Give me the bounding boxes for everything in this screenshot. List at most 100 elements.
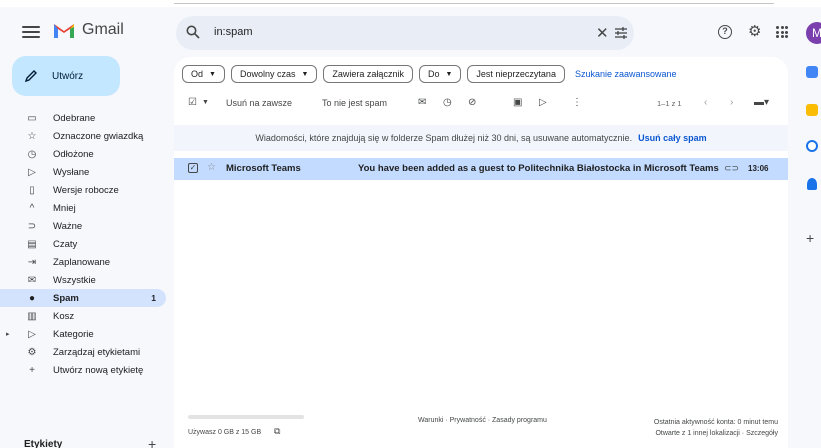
more-options-icon[interactable]: ⋮ [572, 97, 582, 108]
sidebar-item-starred[interactable]: ☆ Oznaczone gwiazdką [0, 127, 166, 145]
move-to-icon[interactable]: ▣ [513, 97, 522, 108]
all-mail-icon: ✉ [27, 274, 37, 286]
sidebar-item-label: Odebrane [53, 112, 96, 124]
sidebar-item-scheduled[interactable]: ⇥ Zaplanowane [0, 253, 166, 271]
sidebar-item-label: Kosz [53, 310, 75, 322]
dropdown-arrow-icon: ▼ [445, 70, 453, 78]
chip-label: Jest nieprzeczytana [476, 69, 556, 79]
gmail-logo[interactable]: Gmail [52, 20, 124, 40]
pagination-range: 1–1 z 1 [657, 99, 682, 108]
sidebar-item-label: Wersje robocze [53, 184, 119, 196]
trash-icon: ▥ [27, 310, 37, 322]
expand-arrow-icon[interactable]: ▸ [6, 330, 10, 338]
sidebar-item-inbox[interactable]: ▭ Odebrane [0, 109, 166, 127]
contacts-icon[interactable] [807, 178, 817, 190]
next-page-icon[interactable]: › [730, 97, 733, 108]
mail-toolbar: ☑ ▼ Usuń na zawsze To nie jest spam ✉ ◷ … [174, 93, 788, 115]
sidebar-item-label: Odłożone [53, 148, 94, 160]
email-row[interactable]: ✓ ☆ Microsoft Teams You have been added … [174, 158, 788, 180]
search-options-icon[interactable] [614, 26, 628, 40]
spam-info-banner: Wiadomości, które znajdują się w folderz… [174, 125, 788, 151]
advanced-search-link[interactable]: Szukanie zaawansowane [575, 69, 677, 79]
sidebar-item-sent[interactable]: ▷ Wysłane [0, 163, 166, 181]
sidebar-item-all-mail[interactable]: ✉ Wszystkie [0, 271, 166, 289]
help-icon[interactable]: ? [718, 25, 732, 39]
spam-count: 1 [151, 293, 156, 303]
chat-icon: ▤ [27, 238, 37, 250]
star-icon: ☆ [27, 130, 37, 142]
pencil-icon [24, 70, 37, 83]
clear-search-icon[interactable]: ✕ [596, 24, 609, 42]
sidebar-item-chats[interactable]: ▤ Czaty [0, 235, 166, 253]
add-label-icon[interactable]: + [148, 436, 156, 448]
chip-label: Zawiera załącznik [332, 69, 404, 79]
sidebar-item-spam[interactable]: ● Spam 1 [0, 289, 166, 307]
scheduled-icon: ⇥ [27, 256, 37, 268]
sidebar-item-label: Oznaczone gwiazdką [53, 130, 144, 142]
sidebar-item-trash[interactable]: ▥ Kosz [0, 307, 166, 325]
snooze-icon[interactable]: ◷ [443, 97, 452, 108]
star-icon[interactable]: ☆ [207, 162, 216, 173]
select-dropdown-icon[interactable]: ▼ [202, 99, 209, 106]
add-task-icon[interactable]: ⊘ [468, 97, 476, 108]
filter-to-chip[interactable]: Do ▼ [418, 65, 462, 83]
sidebar-item-manage-labels[interactable]: ⚙ Zarządzaj etykietami [0, 343, 166, 361]
sidebar-item-label: Zaplanowane [53, 256, 111, 268]
important-icon: ⊃ [27, 220, 37, 232]
compose-button[interactable]: Utwórz [12, 56, 120, 96]
email-sender: Microsoft Teams [226, 163, 301, 174]
sidebar-item-snoozed[interactable]: ◷ Odłożone [0, 145, 166, 163]
tasks-icon[interactable] [806, 140, 818, 152]
label-icon: ▷ [28, 328, 36, 340]
split-pane-toggle-icon[interactable]: ▬▾ [754, 97, 769, 108]
email-time: 13:06 [748, 164, 769, 173]
sidebar-item-label: Spam [53, 292, 79, 304]
search-input[interactable]: in:spam [214, 26, 253, 38]
select-checkbox-icon[interactable]: ☑ [188, 97, 197, 108]
not-spam-button[interactable]: To nie jest spam [322, 98, 387, 108]
mark-read-icon[interactable]: ✉ [418, 97, 426, 108]
filter-unread-chip[interactable]: Jest nieprzeczytana [467, 65, 565, 83]
label-tag-icon[interactable]: ⊂⊃ [724, 163, 739, 174]
dropdown-arrow-icon: ▼ [301, 70, 309, 78]
last-activity-text: Ostatnia aktywność konta: 0 minut temu [653, 419, 778, 426]
label-as-icon[interactable]: ▷ [539, 97, 547, 108]
keep-icon[interactable] [806, 104, 818, 116]
filter-attachment-chip[interactable]: Zawiera załącznik [323, 65, 413, 83]
chevron-up-icon: ^ [29, 202, 35, 214]
add-addon-icon[interactable]: + [806, 230, 814, 246]
external-link-icon[interactable]: ⧉ [274, 426, 280, 437]
delete-forever-button[interactable]: Usuń na zawsze [226, 98, 292, 108]
sidebar-item-label: Mniej [53, 202, 76, 214]
sidebar-item-label: Utwórz nową etykietę [53, 364, 144, 376]
sidebar-item-label: Ważne [53, 220, 83, 232]
filter-from-chip[interactable]: Od ▼ [182, 65, 225, 83]
clock-icon: ◷ [27, 148, 37, 160]
main-menu-icon[interactable] [22, 26, 40, 40]
search-icon[interactable] [186, 25, 200, 39]
prev-page-icon[interactable]: ‹ [704, 97, 707, 108]
delete-all-spam-link[interactable]: Usuń cały spam [638, 133, 707, 143]
sidebar-item-label: Czaty [53, 238, 78, 250]
row-checkbox[interactable]: ✓ [188, 163, 198, 173]
labels-header: Etykiety [24, 439, 63, 448]
google-apps-icon[interactable] [776, 26, 788, 38]
chip-label: Od [191, 69, 204, 79]
activity-details-link[interactable]: Otwarte z 1 innej lokalizacji · Szczegół… [654, 428, 778, 439]
account-avatar[interactable]: M [806, 22, 821, 44]
search-bar[interactable]: in:spam ✕ [176, 16, 634, 50]
sidebar-item-drafts[interactable]: ▯ Wersje robocze [0, 181, 166, 199]
storage-text: Używasz 0 GB z 15 GB [188, 429, 262, 436]
filter-time-chip[interactable]: Dowolny czas ▼ [230, 65, 318, 83]
plus-icon: + [29, 364, 35, 376]
sidebar-item-important[interactable]: ⊃ Ważne [0, 217, 166, 235]
settings-gear-icon[interactable]: ⚙ [748, 22, 761, 40]
sidebar-item-create-label[interactable]: + Utwórz nową etykietę [0, 361, 166, 379]
terms-links[interactable]: Warunki · Prywatność · Zasady programu [418, 417, 547, 424]
sidebar-item-label: Zarządzaj etykietami [53, 346, 141, 358]
draft-icon: ▯ [29, 184, 35, 196]
calendar-icon[interactable] [806, 66, 818, 78]
sidebar-item-label: Wszystkie [53, 274, 96, 286]
sidebar-item-less[interactable]: ^ Mniej [0, 199, 166, 217]
sidebar-item-categories[interactable]: ▸ ▷ Kategorie [0, 325, 166, 343]
